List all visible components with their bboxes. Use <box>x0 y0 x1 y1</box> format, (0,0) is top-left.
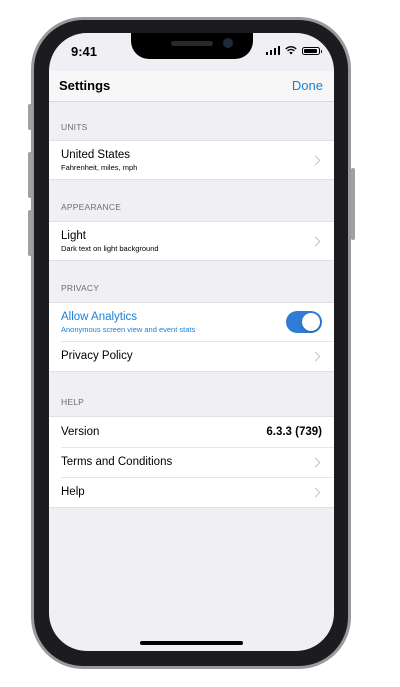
appearance-row-title: Light <box>61 229 86 242</box>
appearance-row[interactable]: Light Dark text on light background <box>49 222 334 260</box>
terms-title: Terms and Conditions <box>61 456 173 468</box>
section-header-help: HELP <box>61 397 85 407</box>
section-header-units: UNITS <box>61 122 88 132</box>
allow-analytics-text: Allow Analytics Anonymous screen view an… <box>61 310 286 335</box>
battery-icon <box>302 46 322 55</box>
volume-up-button <box>28 152 32 198</box>
power-button <box>351 168 355 240</box>
appearance-row-text: Light Dark text on light background <box>61 229 312 254</box>
units-row-title: United States <box>61 148 131 161</box>
status-icons <box>265 46 322 55</box>
chevron-right-icon <box>310 155 321 165</box>
done-button[interactable]: Done <box>292 78 323 93</box>
front-camera <box>223 38 233 48</box>
help-group: Version 6.3.3 (739) Terms and Conditions… <box>49 416 334 508</box>
units-group: United States Fahrenheit, miles, mph <box>49 140 334 180</box>
chevron-right-icon <box>310 457 321 467</box>
privacy-policy-title: Privacy Policy <box>61 350 133 362</box>
speaker <box>171 41 213 46</box>
privacy-policy-text: Privacy Policy <box>61 349 312 363</box>
toggle-knob <box>302 313 320 331</box>
notch <box>131 33 253 59</box>
units-row[interactable]: United States Fahrenheit, miles, mph <box>49 141 334 179</box>
section-header-appearance: APPEARANCE <box>61 202 122 212</box>
help-text: Help <box>61 485 312 499</box>
terms-row[interactable]: Terms and Conditions <box>49 447 334 477</box>
units-row-subtitle: Fahrenheit, miles, mph <box>61 162 138 172</box>
terms-text: Terms and Conditions <box>61 455 312 469</box>
battery-level <box>304 48 317 53</box>
settings-list: UNITS United States Fahrenheit, miles, m… <box>49 102 334 508</box>
appearance-row-subtitle: Dark text on light background <box>61 243 159 253</box>
screen: 9:41 Settings Done UNITS United States F… <box>49 33 334 651</box>
page-title: Settings <box>59 78 111 93</box>
privacy-group: Allow Analytics Anonymous screen view an… <box>49 302 334 372</box>
version-title: Version <box>61 426 100 438</box>
status-time: 9:41 <box>71 44 98 59</box>
privacy-policy-row[interactable]: Privacy Policy <box>49 341 334 371</box>
allow-analytics-subtitle: Anonymous screen view and event stats <box>61 324 196 334</box>
home-indicator[interactable] <box>140 641 243 645</box>
version-value: 6.3.3 (739) <box>266 426 322 438</box>
cellular-signal-icon <box>265 46 280 55</box>
allow-analytics-title: Allow Analytics <box>61 310 138 323</box>
units-row-text: United States Fahrenheit, miles, mph <box>61 148 312 173</box>
chevron-right-icon <box>310 351 321 361</box>
chevron-right-icon <box>310 487 321 497</box>
help-title: Help <box>61 486 85 498</box>
allow-analytics-toggle[interactable] <box>286 311 322 333</box>
help-row[interactable]: Help <box>49 477 334 507</box>
wifi-icon <box>285 46 297 55</box>
volume-down-button <box>28 210 32 256</box>
appearance-group: Light Dark text on light background <box>49 221 334 261</box>
navigation-bar: Settings Done <box>49 71 334 101</box>
version-text: Version <box>61 425 266 439</box>
chevron-right-icon <box>310 236 321 246</box>
silent-switch <box>28 104 32 130</box>
version-row: Version 6.3.3 (739) <box>49 417 334 447</box>
allow-analytics-row: Allow Analytics Anonymous screen view an… <box>49 303 334 341</box>
section-header-privacy: PRIVACY <box>61 283 100 293</box>
